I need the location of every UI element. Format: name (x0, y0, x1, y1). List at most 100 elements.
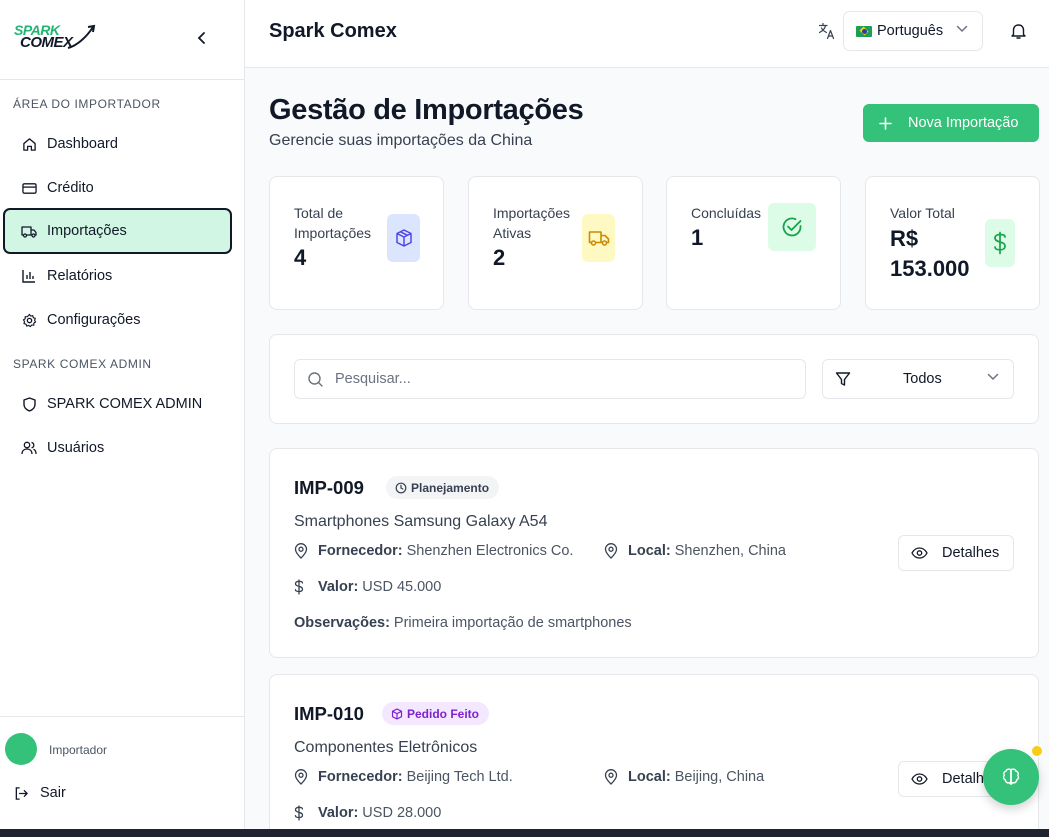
supplier-label: Fornecedor: (318, 769, 403, 785)
map-pin-icon (294, 769, 309, 785)
details-label: Detalhes (942, 545, 1000, 561)
stat-card-total: Total de Importações 4 (269, 176, 444, 310)
stat-label: Importações Ativas (493, 205, 571, 241)
status-badge-label: Pedido Feito (407, 706, 479, 721)
stat-value: 2 (493, 245, 506, 270)
logo-swoosh-icon (67, 24, 96, 49)
sidebar-item-settings[interactable]: Configurações (3, 297, 232, 343)
sidebar-item-label: Configurações (47, 312, 141, 328)
brain-icon (1002, 768, 1020, 785)
assistant-fab-button[interactable] (983, 749, 1039, 805)
stat-card-active: Importações Ativas 2 (468, 176, 643, 310)
sidebar-item-label: Importações (47, 223, 127, 239)
sidebar-item-users[interactable]: Usuários (3, 425, 232, 471)
chevron-down-icon (956, 25, 968, 33)
page-title: Gestão de Importações (269, 94, 584, 126)
language-select[interactable]: Português (843, 11, 983, 51)
main-content: Gestão de Importações Gerencie suas impo… (245, 68, 1049, 829)
dollar-icon (985, 219, 1015, 267)
taskbar-strip (0, 829, 1049, 837)
stat-value: 4 (294, 245, 307, 270)
users-icon (21, 440, 37, 456)
spark-comex-logo[interactable]: SPARK COMEX (14, 22, 96, 52)
package-icon (387, 214, 420, 262)
truck-icon (582, 214, 615, 262)
supplier-value: Beijing Tech Ltd. (406, 769, 513, 785)
logout-label: Sair (40, 785, 66, 801)
import-location: Local: Beijing, China (604, 769, 764, 785)
value-amount: USD 45.000 (362, 579, 442, 595)
status-badge: Planejamento (386, 476, 500, 499)
sidebar-item-label: Usuários (47, 440, 105, 456)
import-location: Local: Shenzhen, China (604, 543, 786, 559)
map-pin-icon (604, 769, 619, 785)
location-label: Local: (628, 769, 671, 785)
new-import-button[interactable]: Nova Importação (863, 104, 1039, 142)
shield-icon (21, 396, 37, 412)
page-subtitle: Gerencie suas importações da China (269, 132, 533, 149)
sidebar-item-label: SPARK COMEX ADMIN (47, 396, 203, 412)
map-pin-icon (604, 543, 619, 559)
dollar-icon (294, 579, 309, 595)
details-button[interactable]: Detalhes (898, 535, 1014, 571)
logo-text-comex: COMEX (20, 34, 73, 51)
sidebar-item-label: Crédito (47, 180, 94, 196)
value-label: Valor: (318, 579, 359, 595)
status-filter-value: Todos (903, 371, 942, 387)
supplier-value: Shenzhen Electronics Co. (406, 543, 574, 559)
import-name: Componentes Eletrônicos (294, 739, 478, 756)
stat-card-completed: Concluídas 1 (666, 176, 841, 310)
import-value: Valor: USD 45.000 (294, 579, 441, 595)
sidebar-item-admin[interactable]: SPARK COMEX ADMIN (3, 381, 232, 427)
notification-dot (1031, 745, 1043, 757)
import-supplier: Fornecedor: Beijing Tech Ltd. (294, 769, 513, 785)
plus-icon (879, 116, 892, 130)
value-label: Valor: (318, 805, 359, 821)
status-filter-select[interactable]: Todos (822, 359, 1014, 399)
stat-value: 1 (691, 225, 704, 250)
gear-icon (21, 312, 37, 328)
notes-label: Observações: (294, 615, 390, 631)
sidebar-item-dashboard[interactable]: Dashboard (3, 121, 232, 167)
map-pin-icon (294, 543, 309, 559)
status-badge: Pedido Feito (382, 702, 489, 725)
notes-value: Primeira importação de smartphones (393, 615, 632, 631)
language-value: Português (877, 23, 944, 39)
status-badge-label: Planejamento (411, 480, 490, 495)
chevron-left-icon (197, 32, 205, 44)
brazil-flag-icon (856, 25, 872, 37)
search-icon (307, 371, 324, 388)
bar-chart-icon (21, 268, 37, 284)
sidebar: SPARK COMEX ÁREA DO IMPORTADOR Dashboard… (0, 0, 245, 829)
chevron-down-icon (987, 373, 999, 381)
filter-icon (835, 371, 851, 387)
logout-button[interactable]: Sair (14, 785, 66, 801)
collapse-sidebar-button[interactable] (192, 28, 212, 48)
package-icon (391, 707, 403, 720)
logo-area: SPARK COMEX (0, 0, 244, 80)
avatar[interactable] (5, 733, 37, 765)
search-input[interactable]: Pesquisar... (294, 359, 806, 399)
truck-icon (21, 223, 37, 239)
notification-bell-icon[interactable] (1010, 22, 1028, 40)
import-card: IMP-010 Pedido Feito Componentes Eletrôn… (269, 674, 1039, 829)
sidebar-item-imports[interactable]: Importações (3, 208, 232, 254)
supplier-label: Fornecedor: (318, 543, 403, 559)
sidebar-item-reports[interactable]: Relatórios (3, 253, 232, 299)
sidebar-item-label: Dashboard (47, 136, 118, 152)
import-notes: Observações: Primeira importação de smar… (294, 615, 632, 631)
import-code: IMP-009 (294, 477, 364, 498)
import-name: Smartphones Samsung Galaxy A54 (294, 513, 548, 530)
sidebar-footer: Importador Sair (0, 716, 245, 829)
import-value: Valor: USD 28.000 (294, 805, 441, 821)
app-title: Spark Comex (269, 20, 397, 42)
stat-label: Total de Importações (294, 205, 372, 241)
location-value: Beijing, China (674, 769, 765, 785)
value-amount: USD 28.000 (362, 805, 442, 821)
new-import-label: Nova Importação (908, 115, 1019, 131)
eye-icon (911, 547, 928, 559)
search-placeholder: Pesquisar... (335, 371, 411, 387)
translate-icon (818, 22, 836, 40)
sidebar-item-credit[interactable]: Crédito (3, 165, 232, 211)
eye-icon (911, 773, 928, 785)
